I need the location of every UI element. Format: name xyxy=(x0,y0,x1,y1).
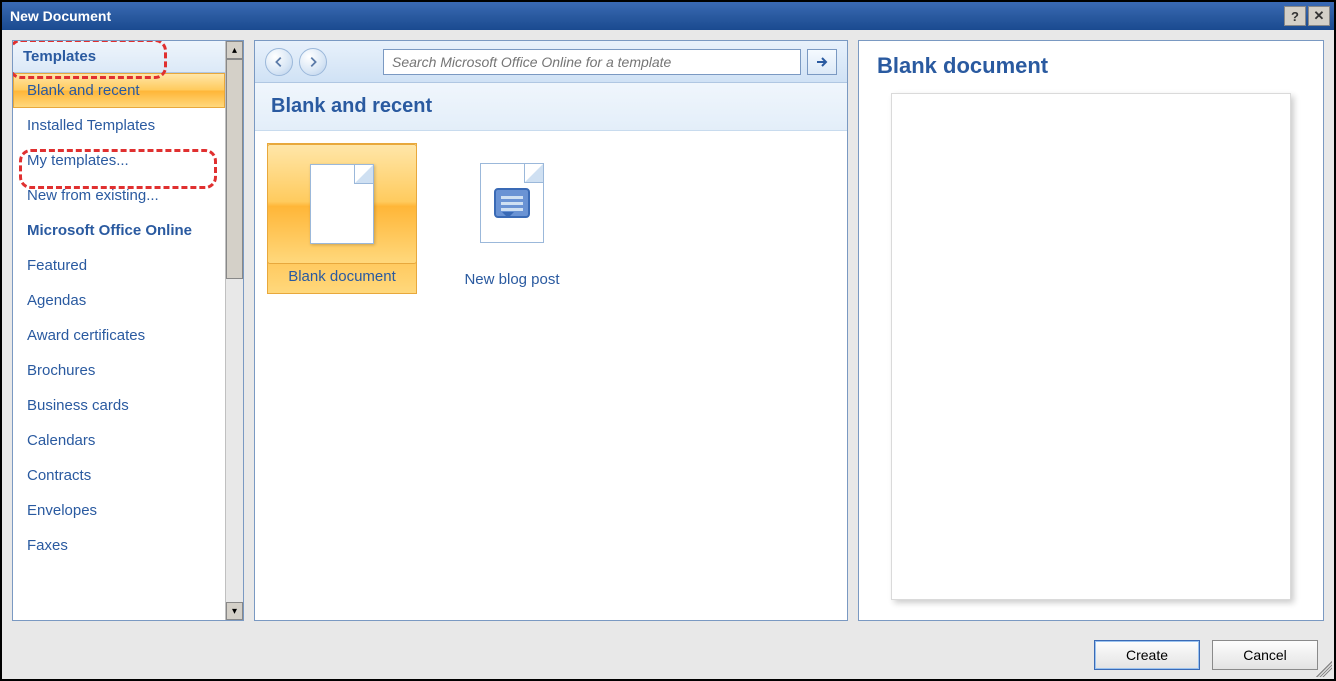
template-gallery: Blank document New blog post xyxy=(255,131,847,620)
scroll-track[interactable] xyxy=(226,279,243,602)
arrow-right-icon xyxy=(814,54,830,70)
search-go-button[interactable] xyxy=(807,49,837,75)
window-title: New Document xyxy=(10,8,1282,24)
sidebar: Templates Blank and recent Installed Tem… xyxy=(12,40,244,621)
scroll-up-arrow-icon[interactable]: ▴ xyxy=(226,41,243,59)
sidebar-item-label: Installed Templates xyxy=(27,117,155,134)
dialog-body: Templates Blank and recent Installed Tem… xyxy=(2,30,1334,679)
preview-panel: Blank document xyxy=(858,40,1324,621)
new-document-dialog: New Document ? ✕ Templates Blank and rec… xyxy=(0,0,1336,681)
sidebar-item-new-from-existing[interactable]: New from existing... xyxy=(13,178,225,213)
tile-label: New blog post xyxy=(464,271,559,288)
sidebar-item-label: Award certificates xyxy=(27,327,145,344)
scroll-thumb[interactable] xyxy=(226,59,243,279)
blog-post-icon xyxy=(480,163,544,243)
sidebar-item-label: Contracts xyxy=(27,467,91,484)
sidebar-item-calendars[interactable]: Calendars xyxy=(13,423,225,458)
resize-grip-icon[interactable] xyxy=(1316,661,1332,677)
sidebar-list: Blank and recent Installed Templates My … xyxy=(13,73,225,563)
scroll-down-arrow-icon[interactable]: ▾ xyxy=(226,602,243,620)
sidebar-inner: Templates Blank and recent Installed Tem… xyxy=(13,41,225,620)
search-input[interactable] xyxy=(383,49,801,75)
sidebar-item-contracts[interactable]: Contracts xyxy=(13,458,225,493)
nav-back-button[interactable] xyxy=(265,48,293,76)
sidebar-item-blank-and-recent[interactable]: Blank and recent xyxy=(13,73,225,108)
close-icon: ✕ xyxy=(1314,8,1325,24)
help-button[interactable]: ? xyxy=(1284,6,1306,26)
sidebar-item-brochures[interactable]: Brochures xyxy=(13,353,225,388)
sidebar-item-office-online[interactable]: Microsoft Office Online xyxy=(13,213,225,248)
tile-label: Blank document xyxy=(288,268,396,285)
sidebar-item-agendas[interactable]: Agendas xyxy=(13,283,225,318)
sidebar-header: Templates xyxy=(13,41,225,73)
sidebar-item-label: Brochures xyxy=(27,362,95,379)
tile-blank-document[interactable]: Blank document xyxy=(267,143,417,294)
sidebar-item-featured[interactable]: Featured xyxy=(13,248,225,283)
arrow-right-icon xyxy=(306,55,320,69)
search-wrap xyxy=(383,49,837,75)
sidebar-item-label: Calendars xyxy=(27,432,95,449)
sidebar-item-label: New from existing... xyxy=(27,187,159,204)
sidebar-item-label: Faxes xyxy=(27,537,68,554)
sidebar-scrollbar[interactable]: ▴ ▾ xyxy=(225,41,243,620)
preview-title: Blank document xyxy=(877,53,1305,79)
toolbar xyxy=(255,41,847,83)
sidebar-item-envelopes[interactable]: Envelopes xyxy=(13,493,225,528)
arrow-left-icon xyxy=(272,55,286,69)
dialog-footer: Create Cancel xyxy=(2,631,1334,679)
cancel-button[interactable]: Cancel xyxy=(1212,640,1318,670)
sidebar-item-award-certificates[interactable]: Award certificates xyxy=(13,318,225,353)
close-button[interactable]: ✕ xyxy=(1308,6,1330,26)
sidebar-item-label: Envelopes xyxy=(27,502,97,519)
sidebar-item-label: Business cards xyxy=(27,397,129,414)
sidebar-item-label: Microsoft Office Online xyxy=(27,222,192,239)
center-panel: Blank and recent Blank document xyxy=(254,40,848,621)
sidebar-item-label: Agendas xyxy=(27,292,86,309)
speech-bubble-icon xyxy=(494,188,530,218)
sidebar-item-installed-templates[interactable]: Installed Templates xyxy=(13,108,225,143)
preview-page xyxy=(891,93,1291,600)
tile-new-blog-post[interactable]: New blog post xyxy=(437,143,587,288)
nav-forward-button[interactable] xyxy=(299,48,327,76)
section-header: Blank and recent xyxy=(255,83,847,131)
sidebar-item-my-templates[interactable]: My templates... xyxy=(13,143,225,178)
sidebar-item-label: Blank and recent xyxy=(27,82,140,99)
titlebar: New Document ? ✕ xyxy=(2,2,1334,30)
sidebar-item-faxes[interactable]: Faxes xyxy=(13,528,225,563)
sidebar-item-business-cards[interactable]: Business cards xyxy=(13,388,225,423)
tile-iconbox xyxy=(267,144,417,264)
help-icon: ? xyxy=(1291,9,1299,24)
document-icon xyxy=(310,164,374,244)
panes: Templates Blank and recent Installed Tem… xyxy=(2,30,1334,631)
sidebar-item-label: My templates... xyxy=(27,152,129,169)
tile-iconbox xyxy=(437,143,587,263)
create-button[interactable]: Create xyxy=(1094,640,1200,670)
sidebar-item-label: Featured xyxy=(27,257,87,274)
